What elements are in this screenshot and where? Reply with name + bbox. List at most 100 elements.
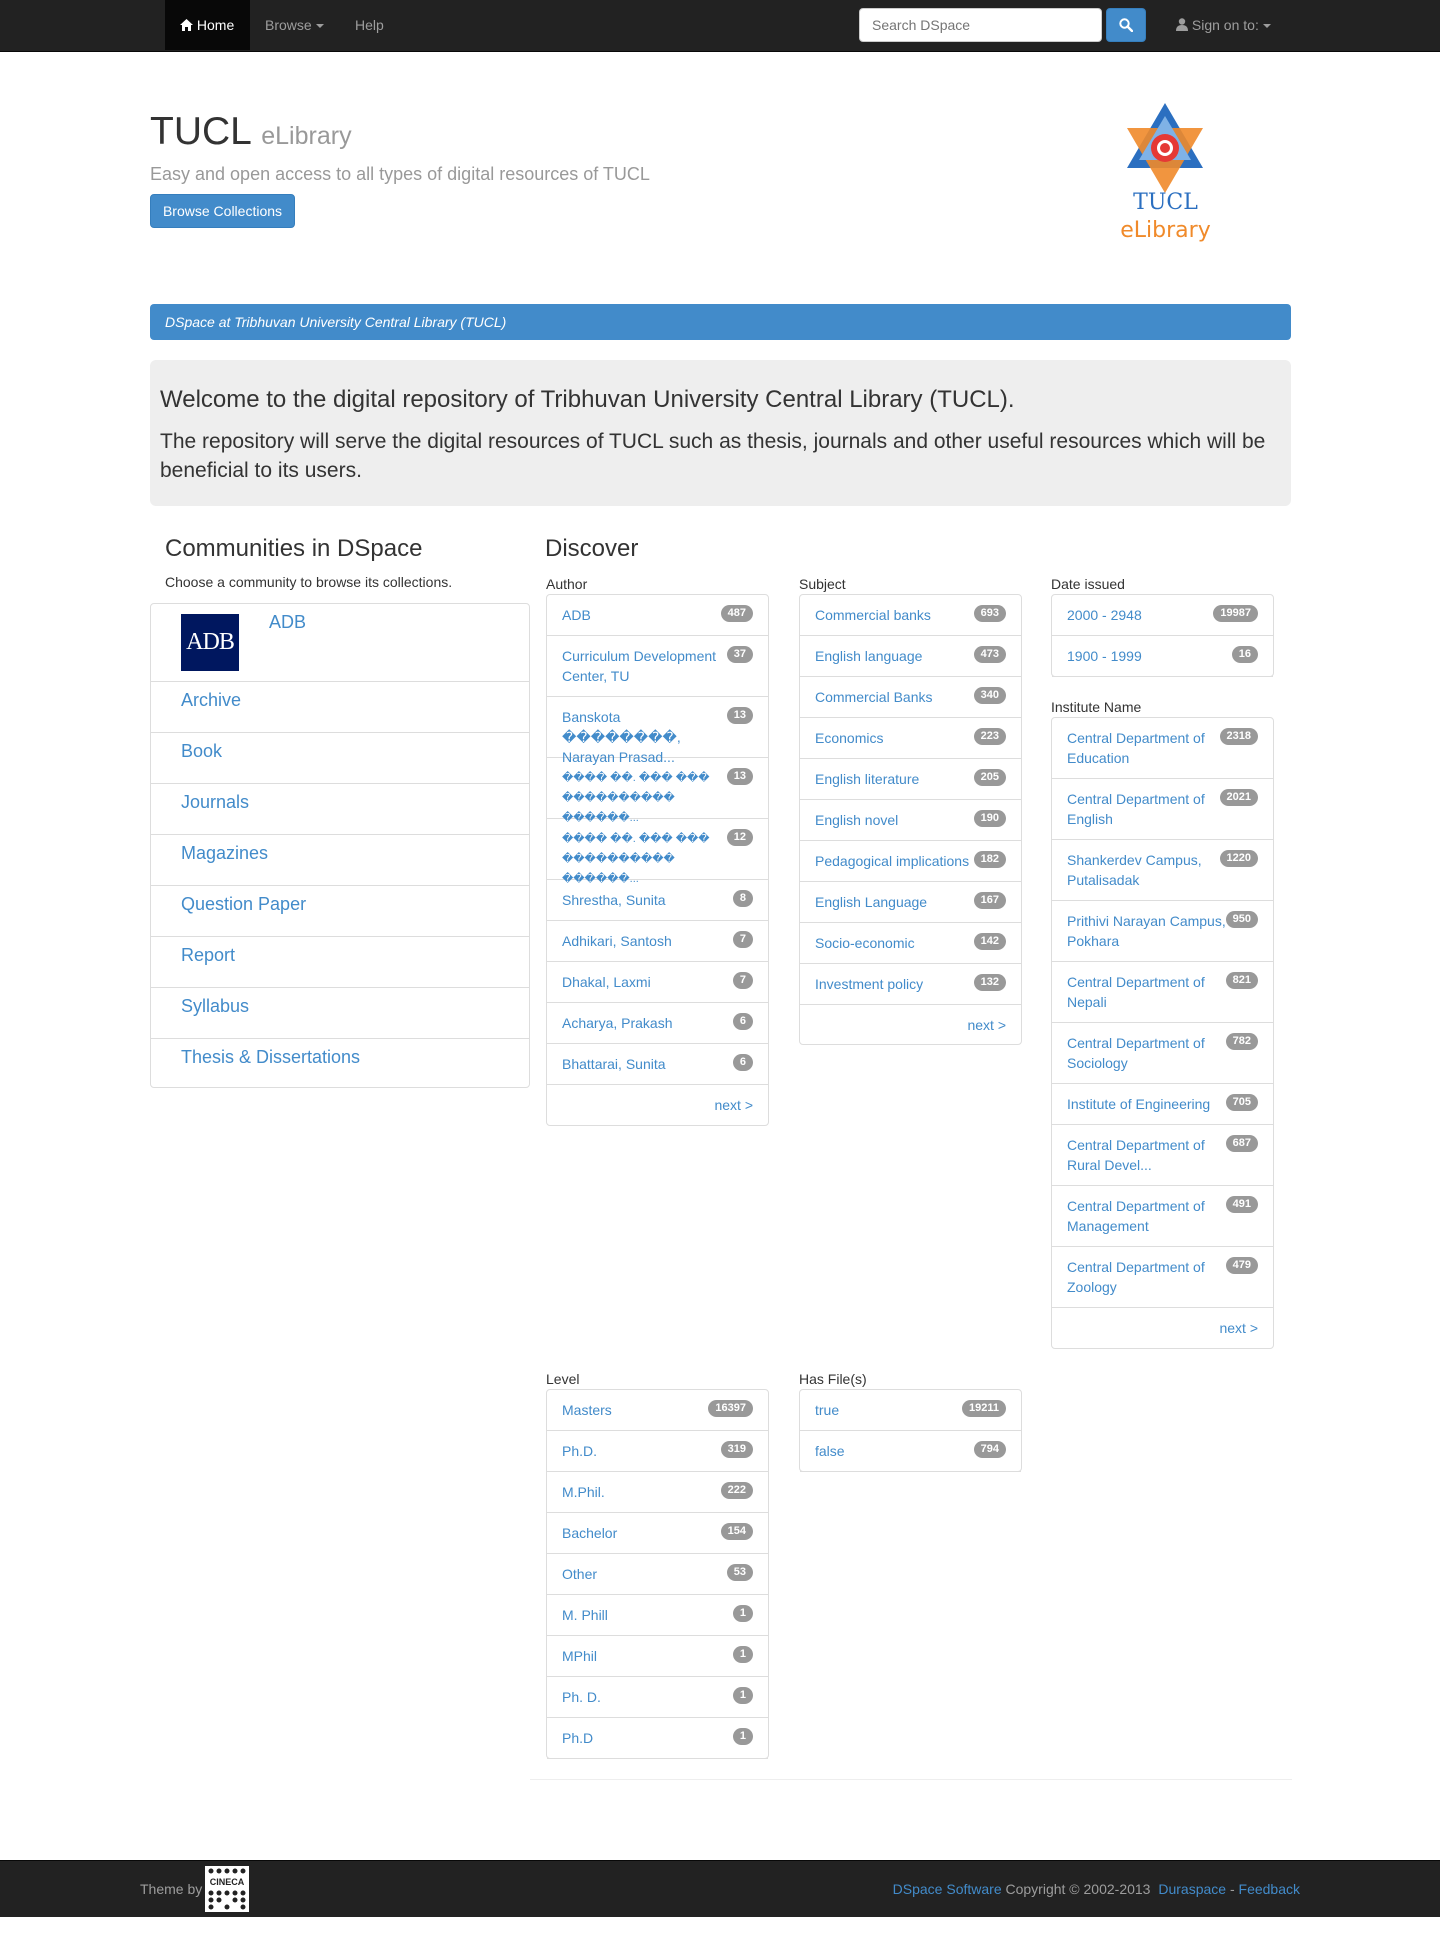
facet-row[interactable]: Bhattarai, Sunita 6 (547, 1044, 768, 1085)
community-item[interactable]: Journals (151, 783, 529, 834)
duraspace-link[interactable]: Duraspace (1158, 1881, 1226, 1897)
facet-row[interactable]: Dhakal, Laxmi 7 (547, 962, 768, 1003)
facet-row[interactable]: Bachelor 154 (547, 1513, 768, 1554)
facet-row[interactable]: 1900 - 1999 16 (1052, 636, 1273, 677)
community-link[interactable]: Question Paper (181, 894, 306, 915)
facet-row[interactable]: true 19211 (800, 1390, 1021, 1431)
facet-row[interactable]: Shrestha, Sunita 8 (547, 880, 768, 921)
facet-link[interactable]: Dhakal, Laxmi (562, 972, 722, 992)
community-link[interactable]: Journals (181, 792, 249, 813)
facet-link[interactable]: Institute of Engineering (1067, 1094, 1227, 1114)
facet-row[interactable]: English novel 190 (800, 800, 1021, 841)
facet-link[interactable]: ADB (562, 605, 722, 625)
facet-link[interactable]: Central Department of Education (1067, 728, 1227, 768)
facet-row[interactable]: ���� ��. ��� ��� ���������� ������... 12 (547, 819, 768, 885)
facet-row[interactable]: Ph. D. 1 (547, 1677, 768, 1718)
facet-row[interactable]: MPhil 1 (547, 1636, 768, 1677)
facet-link[interactable]: Adhikari, Santosh (562, 931, 722, 951)
facet-row[interactable]: Ph.D. 319 (547, 1431, 768, 1472)
community-item[interactable]: Thesis & Dissertations (151, 1038, 529, 1089)
community-item[interactable]: ADB ADB (151, 604, 529, 681)
facet-link[interactable]: M. Phill (562, 1605, 722, 1625)
community-link[interactable]: Magazines (181, 843, 268, 864)
facet-row[interactable]: Pedagogical implications 182 (800, 841, 1021, 882)
community-item[interactable]: Question Paper (151, 885, 529, 936)
facet-link[interactable]: Prithivi Narayan Campus, Pokhara (1067, 911, 1227, 951)
facet-row[interactable]: English language 473 (800, 636, 1021, 677)
facet-row[interactable]: Central Department of Management 491 (1052, 1186, 1273, 1247)
facet-link[interactable]: true (815, 1400, 975, 1420)
community-item[interactable]: Report (151, 936, 529, 987)
facet-row[interactable]: Central Department of Rural Devel... 687 (1052, 1125, 1273, 1186)
next-page-link[interactable]: next > (714, 1097, 753, 1113)
facet-row[interactable]: Economics 223 (800, 718, 1021, 759)
facet-row[interactable]: English literature 205 (800, 759, 1021, 800)
facet-row[interactable]: M. Phill 1 (547, 1595, 768, 1636)
facet-row[interactable]: Commercial banks 693 (800, 595, 1021, 636)
facet-row[interactable]: Banskota ��������, Narayan Prasad... 13 (547, 697, 768, 765)
facet-link[interactable]: Ph.D (562, 1728, 722, 1748)
facet-link[interactable]: Bachelor (562, 1523, 722, 1543)
community-link[interactable]: Book (181, 741, 222, 762)
facet-link[interactable]: 1900 - 1999 (1067, 646, 1227, 666)
facet-link[interactable]: English literature (815, 769, 975, 789)
facet-row[interactable]: Acharya, Prakash 6 (547, 1003, 768, 1044)
facet-row[interactable]: Central Department of Sociology 782 (1052, 1023, 1273, 1084)
facet-link[interactable]: Central Department of Rural Devel... (1067, 1135, 1227, 1175)
facet-link[interactable]: M.Phil. (562, 1482, 722, 1502)
facet-link[interactable]: Ph. D. (562, 1687, 722, 1707)
facet-row[interactable]: ���� ��. ��� ��� ���������� ������... 13 (547, 758, 768, 824)
breadcrumb[interactable]: DSpace at Tribhuvan University Central L… (150, 304, 1291, 340)
community-item[interactable]: Magazines (151, 834, 529, 885)
facet-link[interactable]: 2000 - 2948 (1067, 605, 1227, 625)
facet-link[interactable]: Central Department of English (1067, 789, 1227, 829)
facet-link[interactable]: English novel (815, 810, 975, 830)
nav-help[interactable]: Help (355, 0, 384, 50)
facet-row[interactable]: English Language 167 (800, 882, 1021, 923)
community-link[interactable]: Syllabus (181, 996, 249, 1017)
facet-link[interactable]: Investment policy (815, 974, 975, 994)
facet-link[interactable]: Central Department of Management (1067, 1196, 1227, 1236)
facet-link[interactable]: Economics (815, 728, 975, 748)
browse-collections-button[interactable]: Browse Collections (150, 194, 295, 228)
facet-row[interactable]: Ph.D 1 (547, 1718, 768, 1759)
facet-link[interactable]: Shrestha, Sunita (562, 890, 722, 910)
facet-row[interactable]: Shankerdev Campus, Putalisadak 1220 (1052, 840, 1273, 901)
community-link[interactable]: ADB (269, 612, 306, 633)
facet-row[interactable]: Other 53 (547, 1554, 768, 1595)
facet-row[interactable]: 2000 - 2948 19987 (1052, 595, 1273, 636)
facet-row[interactable]: Central Department of Nepali 821 (1052, 962, 1273, 1023)
community-item[interactable]: Archive (151, 681, 529, 732)
facet-link[interactable]: Bhattarai, Sunita (562, 1054, 722, 1074)
feedback-link[interactable]: Feedback (1239, 1881, 1300, 1897)
facet-link[interactable]: Central Department of Sociology (1067, 1033, 1227, 1073)
facet-link[interactable]: Commercial banks (815, 605, 975, 625)
community-item[interactable]: Syllabus (151, 987, 529, 1038)
facet-link[interactable]: Other (562, 1564, 722, 1584)
sign-on-dropdown[interactable]: Sign on to: (1176, 0, 1271, 50)
facet-link[interactable]: Masters (562, 1400, 722, 1420)
community-link[interactable]: Thesis & Dissertations (181, 1047, 360, 1068)
facet-row[interactable]: ADB 487 (547, 595, 768, 636)
facet-link[interactable]: false (815, 1441, 975, 1461)
facet-row[interactable]: Central Department of Zoology 479 (1052, 1247, 1273, 1308)
facet-row[interactable]: Central Department of Education 2318 (1052, 718, 1273, 779)
facet-link[interactable]: Acharya, Prakash (562, 1013, 722, 1033)
cineca-logo[interactable]: CINECA (205, 1866, 249, 1912)
facet-link[interactable]: English Language (815, 892, 975, 912)
facet-link[interactable]: Central Department of Nepali (1067, 972, 1227, 1012)
facet-link[interactable]: Curriculum Development Center, TU (562, 646, 722, 686)
next-page-link[interactable]: next > (967, 1017, 1006, 1033)
search-input[interactable] (859, 8, 1102, 42)
facet-row[interactable]: false 794 (800, 1431, 1021, 1472)
facet-link[interactable]: Central Department of Zoology (1067, 1257, 1227, 1297)
community-item[interactable]: Book (151, 732, 529, 783)
facet-link[interactable]: Ph.D. (562, 1441, 722, 1461)
facet-link[interactable]: MPhil (562, 1646, 722, 1666)
facet-link[interactable]: Shankerdev Campus, Putalisadak (1067, 850, 1227, 890)
nav-home[interactable]: Home (165, 0, 250, 50)
facet-row[interactable]: Central Department of English 2021 (1052, 779, 1273, 840)
facet-row[interactable]: Masters 16397 (547, 1390, 768, 1431)
search-button[interactable] (1106, 8, 1146, 42)
facet-row[interactable]: Prithivi Narayan Campus, Pokhara 950 (1052, 901, 1273, 962)
